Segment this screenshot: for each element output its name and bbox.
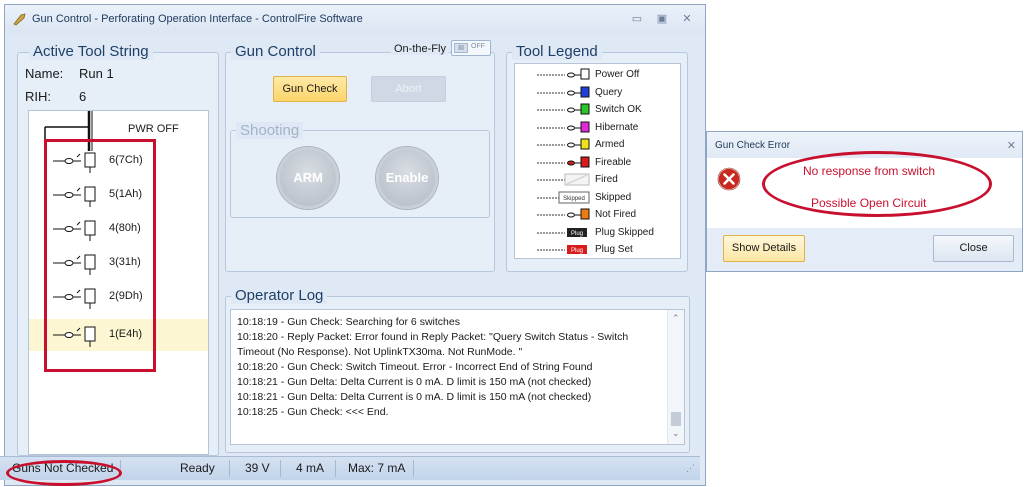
status-separator <box>280 460 281 477</box>
rih-value: 6 <box>79 89 87 104</box>
power-status-label: PWR OFF <box>128 123 179 135</box>
log-line: 10:18:25 - Gun Check: <<< End. <box>237 406 389 418</box>
legend-item-fired: Fired <box>515 171 680 188</box>
legend-item-power-off: Power Off <box>515 66 680 83</box>
fired-icon <box>537 173 590 186</box>
operator-log-title: Operator Log <box>231 287 328 304</box>
gun-check-button[interactable]: Gun Check <box>273 76 347 102</box>
hibernate-switch-icon <box>537 121 590 132</box>
log-line: 10:18:21 - Gun Delta: Delta Current is 0… <box>237 376 592 388</box>
show-details-button[interactable]: Show Details <box>723 235 805 262</box>
legend-label: Plug Set <box>595 244 633 255</box>
dialog-title: Gun Check Error <box>715 140 791 151</box>
skipped-icon: Skipped <box>537 191 590 203</box>
scroll-thumb[interactable] <box>671 412 681 426</box>
dialog-close-button[interactable]: Close <box>933 235 1014 262</box>
switch-ok-icon <box>537 103 590 115</box>
ready-status-text: Ready <box>180 461 215 475</box>
legend-label: Plug Skipped <box>595 226 654 238</box>
tool-legend-list: Power Off Query Switch OK Hibernate Arme… <box>514 63 681 259</box>
legend-label: Switch OK <box>595 104 642 115</box>
max-current-text: Max: 7 mA <box>348 461 406 475</box>
arm-button[interactable]: ARM <box>277 147 339 209</box>
shooting-group <box>230 130 490 218</box>
current-text: 4 mA <box>296 461 325 475</box>
armed-switch-icon <box>537 138 590 150</box>
legend-label: Fireable <box>595 156 632 168</box>
legend-item-fireable: Fireable <box>515 154 680 171</box>
legend-label: Skipped <box>595 191 632 203</box>
toggle-state-label: OFF <box>471 43 485 50</box>
on-the-fly-label: On-the-Fly <box>391 43 449 55</box>
legend-label: Not Fired <box>595 209 637 220</box>
log-scrollbar[interactable]: ⌃ ⌄ <box>667 310 684 444</box>
legend-item-skipped: Skipped Skipped <box>515 189 680 206</box>
plug-skipped-icon: Plug <box>537 227 587 237</box>
legend-item-plug-skipped: Plug Plug Skipped <box>515 224 680 241</box>
legend-item-plug-set: Plug Plug Set <box>515 241 680 258</box>
legend-label: Fired <box>595 174 618 185</box>
tool-legend-title: Tool Legend <box>512 43 602 60</box>
status-separator <box>335 460 336 477</box>
legend-label: Armed <box>595 139 625 150</box>
abort-button[interactable]: Abort <box>371 76 446 102</box>
scroll-down-icon[interactable]: ⌄ <box>672 428 680 439</box>
app-gun-icon <box>13 13 26 26</box>
error-icon <box>717 167 741 191</box>
voltage-text: 39 V <box>245 461 270 475</box>
minimize-button[interactable]: ▭ <box>628 11 646 27</box>
active-tool-string-title: Active Tool String <box>29 43 153 60</box>
log-line: Timeout (No Response). Not UplinkTX30ma.… <box>237 346 523 358</box>
enable-button[interactable]: Enable <box>376 147 438 209</box>
legend-label: Query <box>595 86 623 98</box>
status-separator <box>229 460 230 477</box>
title-bar[interactable]: Gun Control - Perforating Operation Inte… <box>5 5 705 33</box>
resize-grip-icon[interactable]: ⋰ <box>686 457 695 480</box>
name-label: Name: <box>25 66 64 81</box>
log-line: 10:18:20 - Gun Check: Switch Timeout. Er… <box>237 361 593 373</box>
not-fired-switch-icon <box>537 208 590 220</box>
status-separator <box>413 460 414 477</box>
power-off-switch-icon <box>537 68 590 80</box>
log-line: 10:18:19 - Gun Check: Searching for 6 sw… <box>237 316 460 328</box>
plug-tag-text: Plug <box>571 231 583 237</box>
legend-item-not-fired: Not Fired <box>515 206 680 223</box>
legend-label: Hibernate <box>595 121 639 133</box>
legend-item-query: Query <box>515 84 680 101</box>
plug-set-icon: Plug <box>537 245 587 254</box>
log-line: 10:18:20 - Reply Packet: Error found in … <box>237 331 629 343</box>
skipped-tag-text: Skipped <box>563 196 585 202</box>
log-line: 10:18:21 - Gun Delta: Delta Current is 0… <box>237 391 592 403</box>
on-the-fly-toggle[interactable]: III OFF <box>451 40 491 56</box>
operator-log-textbox[interactable]: 10:18:19 - Gun Check: Searching for 6 sw… <box>230 309 685 445</box>
toggle-knob: III <box>454 43 468 53</box>
switch-annotation-box <box>44 139 156 372</box>
plug-tag-text: Plug <box>571 248 583 254</box>
dialog-close-icon[interactable]: ✕ <box>1007 139 1016 152</box>
name-value: Run 1 <box>79 66 114 81</box>
scroll-up-icon[interactable]: ⌃ <box>672 313 680 324</box>
guns-status-annotation <box>6 460 122 486</box>
legend-item-armed: Armed <box>515 136 680 153</box>
close-button[interactable]: ✕ <box>678 11 696 27</box>
gun-control-title: Gun Control <box>231 43 320 60</box>
legend-item-switch-ok: Switch OK <box>515 101 680 118</box>
shooting-title: Shooting <box>236 122 304 139</box>
fireable-switch-icon <box>537 156 590 167</box>
legend-item-hibernate: Hibernate <box>515 119 680 136</box>
query-switch-icon <box>537 86 590 97</box>
window-title: Gun Control - Perforating Operation Inte… <box>32 13 363 25</box>
rih-label: RIH: <box>25 89 51 104</box>
maximize-button[interactable]: ▣ <box>653 11 671 27</box>
legend-label: Power Off <box>595 69 640 80</box>
error-message-annotation <box>762 151 992 217</box>
